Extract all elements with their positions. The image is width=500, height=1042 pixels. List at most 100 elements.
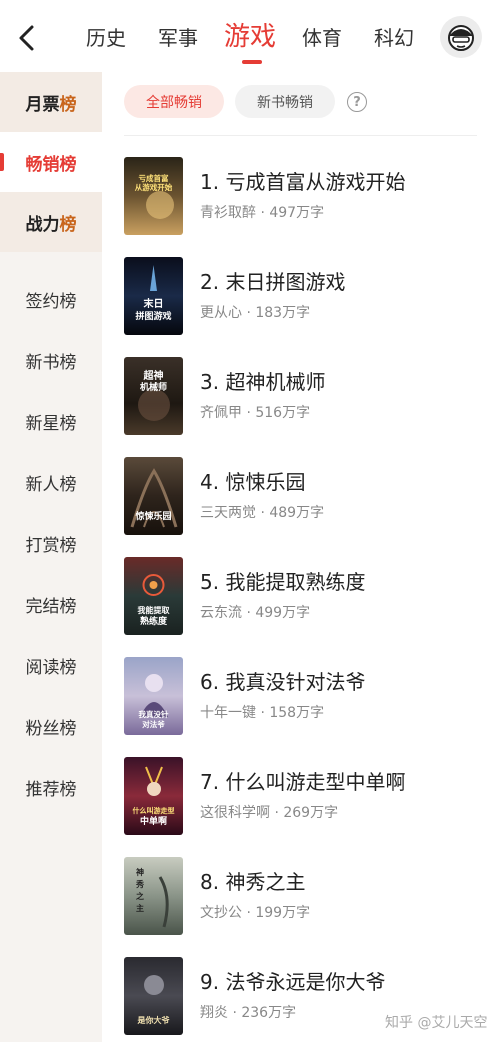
book-title: 7. 什么叫游走型中单啊 <box>200 770 406 794</box>
book-meta: 更从心 · 183万字 <box>200 302 310 322</box>
svg-text:惊悚乐园: 惊悚乐园 <box>135 510 171 522</box>
book-cover-image: 我真没针 对法爷 <box>124 657 183 735</box>
meta-separator: · <box>242 605 256 621</box>
book-title: 4. 惊悚乐园 <box>200 470 306 494</box>
book-word-count: 269万字 <box>283 805 339 821</box>
sidebar-item-recommended[interactable]: 推荐榜 <box>0 757 102 817</box>
watermark: 知乎 @艾儿天空 <box>385 1015 488 1031</box>
book-word-count: 499万字 <box>255 605 311 621</box>
book-cover-image: 超神 机械师 <box>124 357 183 435</box>
svg-text:之: 之 <box>136 891 144 901</box>
svg-text:什么叫游走型: 什么叫游走型 <box>133 806 175 815</box>
book-title: 2. 末日拼图游戏 <box>200 270 346 294</box>
book-cover: 亏成首富 从游戏开始 <box>124 157 183 235</box>
tab-sports[interactable]: 体育 <box>302 22 342 51</box>
svg-text:从游戏开始: 从游戏开始 <box>135 182 173 192</box>
book-cover: 神 秀 之 主 <box>124 857 183 935</box>
filter-all-bestsellers[interactable]: 全部畅销 <box>124 85 224 118</box>
book-meta: 青衫取醉 · 497万字 <box>200 202 324 222</box>
list-item[interactable]: 超神 机械师 3. 超神机械师 齐佩甲 · 516万字 <box>124 357 484 437</box>
book-title: 6. 我真没针对法爷 <box>200 670 366 694</box>
meta-separator: · <box>242 905 256 921</box>
sidebar-item-reading[interactable]: 阅读榜 <box>0 635 102 695</box>
book-cover: 我真没针 对法爷 <box>124 657 183 735</box>
book-meta: 十年一键 · 158万字 <box>200 702 324 722</box>
book-author: 十年一键 <box>200 705 256 721</box>
list-item[interactable]: 神 秀 之 主 8. 神秀之主 文抄公 · 199万字 <box>124 857 484 937</box>
list-item[interactable]: 什么叫游走型 中单啊 7. 什么叫游走型中单啊 这很科学啊 · 269万字 <box>124 757 484 837</box>
sidebar-item-monthly-ticket[interactable]: 月票榜 <box>0 72 102 132</box>
book-meta: 翔炎 · 236万字 <box>200 1002 296 1022</box>
book-author: 三天两觉 <box>200 505 256 521</box>
tab-military[interactable]: 军事 <box>158 22 198 51</box>
sidebar-item-label: 月票 <box>25 94 60 115</box>
svg-text:拼图游戏: 拼图游戏 <box>135 310 171 322</box>
sidebar-item-newcomers[interactable]: 新人榜 <box>0 452 102 512</box>
help-circle-icon[interactable]: ? <box>347 92 367 112</box>
book-title: 5. 我能提取熟练度 <box>200 570 366 594</box>
sidebar-item-power[interactable]: 战力榜 <box>0 192 102 252</box>
meta-separator: · <box>256 505 270 521</box>
book-cover-image: 末日 拼图游戏 <box>124 257 183 335</box>
list-item[interactable]: 惊悚乐园 4. 惊悚乐园 三天两觉 · 489万字 <box>124 457 484 537</box>
meta-separator: · <box>256 705 270 721</box>
filter-new-bestsellers[interactable]: 新书畅销 <box>235 85 335 118</box>
book-meta: 齐佩甲 · 516万字 <box>200 402 310 422</box>
book-title: 8. 神秀之主 <box>200 870 306 894</box>
sidebar-item-fans[interactable]: 粉丝榜 <box>0 696 102 756</box>
svg-text:对法爷: 对法爷 <box>142 719 165 729</box>
sidebar-item-label-suffix: 榜 <box>59 154 77 175</box>
book-meta: 文抄公 · 199万字 <box>200 902 310 922</box>
sidebar-item-label: 畅销 <box>25 154 60 175</box>
svg-text:主: 主 <box>136 903 144 913</box>
tab-history[interactable]: 历史 <box>86 22 126 51</box>
svg-text:亏成首富: 亏成首富 <box>139 173 169 183</box>
sidebar-item-label: 战力 <box>25 214 60 235</box>
book-word-count: 199万字 <box>255 905 311 921</box>
list-item[interactable]: 我能提取 熟练度 5. 我能提取熟练度 云东流 · 499万字 <box>124 557 484 637</box>
top-nav: 历史 军事 游戏 体育 科幻 <box>0 0 500 72</box>
list-item[interactable]: 亏成首富 从游戏开始 1. 亏成首富从游戏开始 青衫取醉 · 497万字 <box>124 157 484 237</box>
meta-separator: · <box>270 805 284 821</box>
back-chevron-icon <box>19 25 34 51</box>
book-meta: 这很科学啊 · 269万字 <box>200 802 338 822</box>
sidebar-item-completed[interactable]: 完结榜 <box>0 574 102 634</box>
book-cover-image: 神 秀 之 主 <box>124 857 183 935</box>
book-title: 9. 法爷永远是你大爷 <box>200 970 386 994</box>
book-cover-image: 什么叫游走型 中单啊 <box>124 757 183 835</box>
sidebar-item-tips[interactable]: 打赏榜 <box>0 513 102 573</box>
sidebar-item-bestseller[interactable]: 畅销榜 <box>0 132 102 192</box>
sidebar-item-new-stars[interactable]: 新星榜 <box>0 391 102 451</box>
book-cover: 末日 拼图游戏 <box>124 257 183 335</box>
book-author: 云东流 <box>200 605 242 621</box>
book-cover-image: 惊悚乐园 <box>124 457 183 535</box>
list-item[interactable]: 我真没针 对法爷 6. 我真没针对法爷 十年一键 · 158万字 <box>124 657 484 737</box>
book-author: 青衫取醉 <box>200 205 256 221</box>
back-button[interactable] <box>12 20 42 56</box>
book-title: 3. 超神机械师 <box>200 370 326 394</box>
svg-text:机械师: 机械师 <box>140 381 167 393</box>
svg-text:我能提取: 我能提取 <box>138 605 170 615</box>
svg-text:中单啊: 中单啊 <box>140 815 167 827</box>
list-item[interactable]: 末日 拼图游戏 2. 末日拼图游戏 更从心 · 183万字 <box>124 257 484 337</box>
book-author: 翔炎 <box>200 1005 228 1021</box>
ranking-sidebar: 月票榜 畅销榜 战力榜 签约榜 新书榜 新星榜 新人榜 打赏榜 完结榜 阅读榜 … <box>0 72 102 1042</box>
book-cover: 什么叫游走型 中单啊 <box>124 757 183 835</box>
cover-text: 是你大爷 <box>137 1015 171 1025</box>
sidebar-item-new-books[interactable]: 新书榜 <box>0 330 102 390</box>
book-cover: 我能提取 熟练度 <box>124 557 183 635</box>
sidebar-item-signed[interactable]: 签约榜 <box>0 269 102 329</box>
book-meta: 云东流 · 499万字 <box>200 602 310 622</box>
tab-scifi[interactable]: 科幻 <box>374 22 414 51</box>
svg-text:熟练度: 熟练度 <box>140 615 168 627</box>
book-meta: 三天两觉 · 489万字 <box>200 502 324 522</box>
book-word-count: 497万字 <box>269 205 325 221</box>
divider <box>124 135 477 136</box>
svg-text:末日: 末日 <box>144 297 164 310</box>
book-word-count: 236万字 <box>241 1005 297 1021</box>
book-cover-image: 是你大爷 <box>124 957 183 1035</box>
book-word-count: 489万字 <box>269 505 325 521</box>
book-cover: 超神 机械师 <box>124 357 183 435</box>
tab-games[interactable]: 游戏 <box>224 16 276 53</box>
user-avatar[interactable] <box>440 16 482 58</box>
